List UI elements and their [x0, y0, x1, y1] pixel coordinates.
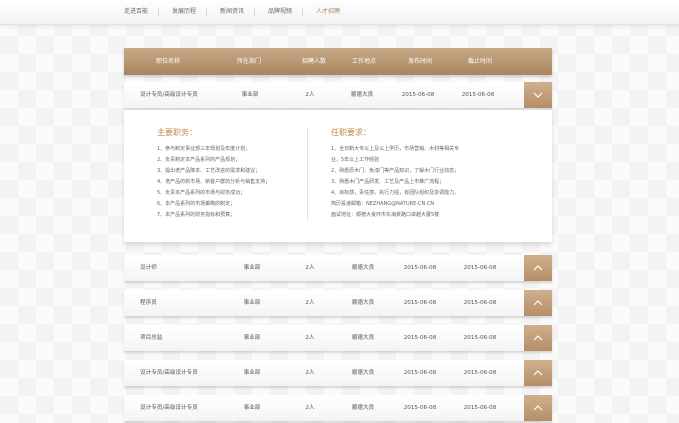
- collapse-toggle[interactable]: [524, 82, 552, 108]
- job-publish-date: 2015-06-08: [403, 370, 437, 376]
- job-row[interactable]: 设计专员/高级设计专员 事业部 2人 顺德大良 2015-06-08 2015-…: [124, 395, 552, 421]
- requirement-item: 2、熟悉原木门、免漆门等产品知识，了解木门行业动态；: [331, 168, 460, 174]
- header-deadline: 截止时间: [467, 58, 493, 65]
- job-row[interactable]: 程序员 事业部 2人 顺德大良 2015-06-08 2015-06-08: [124, 290, 552, 316]
- requirement-email: 简历投递邮箱：NEZHANG@NATURE-CN.CN: [331, 201, 435, 207]
- job-position: 设计专员/高级设计专员: [140, 370, 198, 376]
- job-position: 设计专员/高级设计专员: [140, 405, 198, 411]
- job-deadline: 2015-06-08: [463, 300, 497, 306]
- job-publish-date: 2015-06-08: [401, 92, 435, 98]
- job-count: 2人: [305, 335, 315, 341]
- job-publish-date: 2015-06-08: [403, 265, 437, 271]
- job-publish-date: 2015-06-08: [403, 335, 437, 341]
- job-location: 顺德大良: [350, 92, 374, 98]
- job-count: 2人: [305, 405, 315, 411]
- nav-item-history[interactable]: 发展历程: [172, 6, 196, 18]
- duty-item: 6、本产品系列的市场策略的制定；: [157, 201, 236, 207]
- job-publish-date: 2015-06-08: [403, 300, 437, 306]
- job-department: 事业部: [243, 405, 261, 411]
- job-row[interactable]: 项目总监 事业部 2人 顺德大良 2015-06-08 2015-06-08: [124, 325, 552, 351]
- header-location: 工作地点: [351, 58, 377, 65]
- duty-item: 3、提出老产品降本、工艺改进的需求和建议；: [157, 168, 261, 174]
- chevron-up-icon: [533, 370, 543, 376]
- requirement-item: 4、目标感，责任感，执行力强，有团队组织及协调能力。: [331, 190, 460, 196]
- job-department: 事业部: [243, 265, 261, 271]
- job-location: 顺德大良: [351, 300, 375, 306]
- job-detail-panel: 主要职务： 1、参与制定事业部三年规划及年度计划； 2、负责制定本产品系列的产品…: [124, 110, 552, 242]
- job-location: 顺德大良: [351, 405, 375, 411]
- requirement-item: 1、全日制大专以上及以上学历，市场营销、木材等相关专: [331, 146, 460, 152]
- chevron-up-icon: [533, 300, 543, 306]
- job-position: 项目总监: [140, 335, 163, 341]
- job-location: 顺德大良: [351, 265, 375, 271]
- duty-item: 2、负责制定本产品系列的产品规划；: [157, 157, 241, 163]
- job-location: 顺德大良: [351, 335, 375, 341]
- job-count: 2人: [305, 370, 315, 376]
- duty-item: 5、负责本产品系列的市场与财务成功；: [157, 190, 246, 196]
- requirement-address: 面试地址：顺德大良环市东海景路口卓越大厦5楼: [331, 212, 440, 218]
- job-count: 2人: [305, 92, 315, 98]
- job-count: 2人: [305, 300, 315, 306]
- job-deadline: 2015-06-08: [463, 265, 497, 271]
- requirement-item: 业，5年以上工作经验: [331, 157, 380, 163]
- nav-separator: [254, 8, 255, 16]
- duties-list: 1、参与制定事业部三年规划及年度计划； 2、负责制定本产品系列的产品规划； 3、…: [157, 144, 270, 221]
- expand-toggle[interactable]: [524, 360, 552, 386]
- nav-separator: [302, 8, 303, 16]
- job-deadline: 2015-06-08: [463, 370, 497, 376]
- chevron-up-icon: [533, 405, 543, 411]
- nav-item-news[interactable]: 新闻资讯: [220, 6, 244, 18]
- job-position: 设计师: [140, 265, 157, 271]
- detail-divider: [307, 128, 308, 220]
- nav-separator: [158, 8, 159, 16]
- chevron-up-icon: [533, 335, 543, 341]
- job-publish-date: 2015-06-08: [403, 405, 437, 411]
- job-deadline: 2015-06-08: [463, 335, 497, 341]
- expand-toggle[interactable]: [524, 290, 552, 316]
- duty-item: 7、本产品系列的财务指标和预算；: [157, 212, 236, 218]
- chevron-down-icon: [533, 92, 543, 98]
- job-department: 事业部: [241, 92, 259, 98]
- job-count: 2人: [305, 265, 315, 271]
- header-department: 所在部门: [236, 58, 262, 65]
- expand-toggle[interactable]: [524, 395, 552, 421]
- nav-item-about[interactable]: 走进百能: [124, 6, 148, 18]
- expand-toggle[interactable]: [524, 255, 552, 281]
- expand-toggle[interactable]: [524, 325, 552, 351]
- duty-item: 1、参与制定事业部三年规划及年度计划；: [157, 146, 251, 152]
- requirements-list: 1、全日制大专以上及以上学历，市场营销、木材等相关专 业，5年以上工作经验 2、…: [331, 144, 459, 221]
- job-row[interactable]: 设计专员/高级设计专员 事业部 2人 顺德大良 2015-06-08 2015-…: [124, 360, 552, 386]
- chevron-up-icon: [533, 265, 543, 271]
- header-position: 职位名称: [155, 58, 181, 65]
- job-row[interactable]: 设计师 事业部 2人 顺德大良 2015-06-08 2015-06-08: [124, 255, 552, 281]
- job-row-expanded[interactable]: 设计专员/高级设计专员 事业部 2人 顺德大良 2015-06-08 2015-…: [124, 82, 552, 108]
- duties-title: 主要职务：: [157, 128, 197, 137]
- job-department: 事业部: [243, 300, 261, 306]
- job-deadline: 2015-06-08: [463, 405, 497, 411]
- requirement-item: 3、熟悉木门产品研发、工艺及产品上市推广流程；: [331, 179, 445, 185]
- job-position: 程序员: [140, 300, 157, 306]
- nav-item-careers[interactable]: 人才招聘: [316, 6, 340, 18]
- duty-item: 4、老产品的新市场、新客户群的分析与销售支持；: [157, 179, 271, 185]
- header-count: 招聘人数: [301, 58, 327, 65]
- top-nav: 走进百能 发展历程 新闻资讯 品牌视频 人才招聘: [0, 0, 679, 25]
- nav-item-video[interactable]: 品牌视频: [268, 6, 292, 18]
- jobs-table-header: 职位名称 所在部门 招聘人数 工作地点 发布时间 截止时间: [124, 48, 552, 75]
- job-location: 顺德大良: [351, 370, 375, 376]
- nav-separator: [206, 8, 207, 16]
- job-deadline: 2015-06-08: [461, 92, 495, 98]
- job-position: 设计专员/高级设计专员: [140, 92, 198, 98]
- requirements-title: 任职要求：: [331, 128, 371, 137]
- job-department: 事业部: [243, 335, 261, 341]
- header-publish-date: 发布时间: [407, 58, 433, 65]
- job-department: 事业部: [243, 370, 261, 376]
